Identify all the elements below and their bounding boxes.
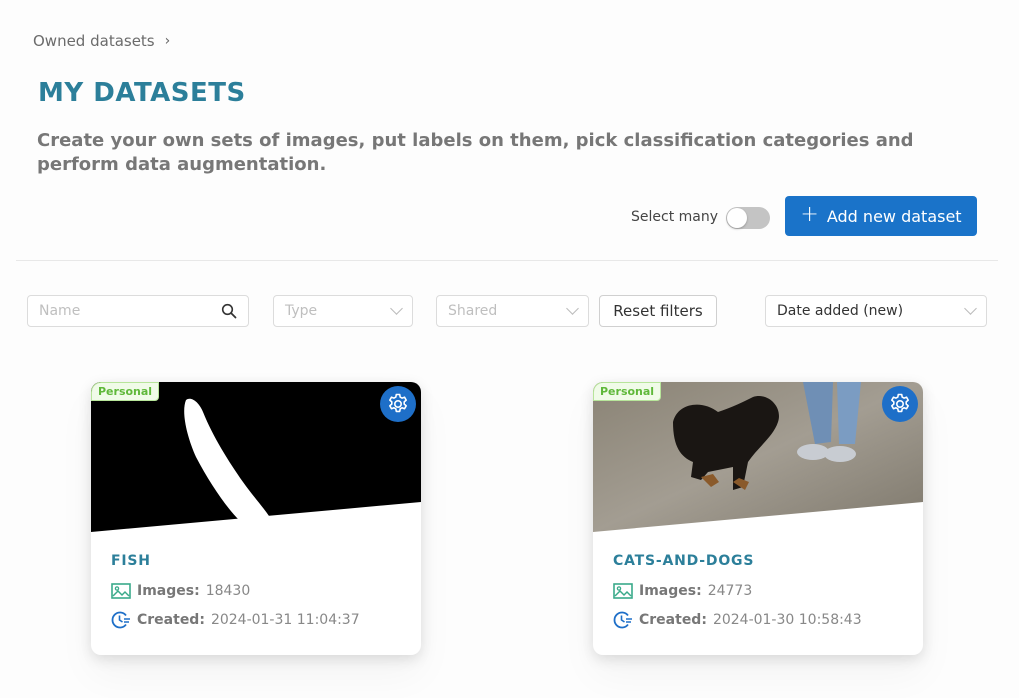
clock-icon — [111, 611, 130, 629]
dataset-name[interactable]: FISH — [111, 553, 151, 569]
dataset-settings-button[interactable] — [882, 386, 918, 422]
breadcrumb-item-owned-datasets[interactable]: Owned datasets — [33, 32, 155, 50]
created-label: Created: — [639, 612, 707, 628]
created-row: Created: 2024-01-31 11:04:37 — [111, 611, 360, 629]
images-label: Images: — [137, 583, 200, 599]
select-many-toggle[interactable] — [726, 207, 770, 229]
type-select[interactable]: Type — [273, 295, 413, 327]
shared-select[interactable]: Shared — [436, 295, 589, 327]
name-search-input[interactable]: Name — [27, 295, 249, 327]
dataset-thumbnail — [91, 382, 421, 532]
plus-icon: + — [800, 202, 819, 227]
chevron-down-icon — [566, 302, 579, 315]
dataset-card[interactable]: Personal FISH Images: 18430 Created: 202… — [91, 382, 421, 655]
toggle-knob — [727, 208, 747, 228]
chevron-down-icon — [390, 302, 403, 315]
add-new-dataset-label: Add new dataset — [826, 206, 962, 226]
search-icon[interactable] — [221, 303, 237, 319]
page-title: MY DATASETS — [38, 78, 246, 108]
dataset-thumbnail — [593, 382, 923, 532]
type-placeholder: Type — [285, 303, 318, 319]
clock-icon — [613, 611, 632, 629]
image-icon — [111, 583, 131, 599]
name-placeholder: Name — [39, 303, 81, 319]
divider — [16, 260, 998, 261]
dataset-settings-button[interactable] — [380, 386, 416, 422]
personal-badge: Personal — [593, 382, 662, 401]
chevron-right-icon: › — [164, 33, 171, 49]
images-label: Images: — [639, 583, 702, 599]
shared-placeholder: Shared — [448, 303, 498, 319]
add-new-dataset-button[interactable]: + Add new dataset — [785, 196, 977, 236]
dataset-name[interactable]: CATS-AND-DOGS — [613, 553, 754, 569]
images-count: 24773 — [707, 583, 753, 599]
personal-badge: Personal — [91, 382, 160, 401]
breadcrumb: Owned datasets › — [33, 32, 170, 50]
page-subtitle: Create your own sets of images, put labe… — [37, 130, 914, 175]
created-label: Created: — [137, 612, 205, 628]
sort-select[interactable]: Date added (new) — [765, 295, 987, 327]
image-icon — [613, 583, 633, 599]
images-count: 18430 — [205, 583, 251, 599]
gear-icon — [389, 393, 407, 413]
images-count-row: Images: 18430 — [111, 583, 250, 599]
created-date: 2024-01-31 11:04:37 — [210, 612, 360, 628]
gear-icon — [891, 393, 909, 413]
select-many-label: Select many — [631, 209, 719, 225]
created-date: 2024-01-30 10:58:43 — [712, 612, 862, 628]
reset-filters-button[interactable]: Reset filters — [599, 295, 717, 327]
created-row: Created: 2024-01-30 10:58:43 — [613, 611, 862, 629]
chevron-down-icon — [964, 302, 977, 315]
sort-value: Date added (new) — [777, 303, 904, 319]
dataset-card[interactable]: Personal CATS-AND-DOGS Images: 24773 Cre… — [593, 382, 923, 655]
images-count-row: Images: 24773 — [613, 583, 752, 599]
